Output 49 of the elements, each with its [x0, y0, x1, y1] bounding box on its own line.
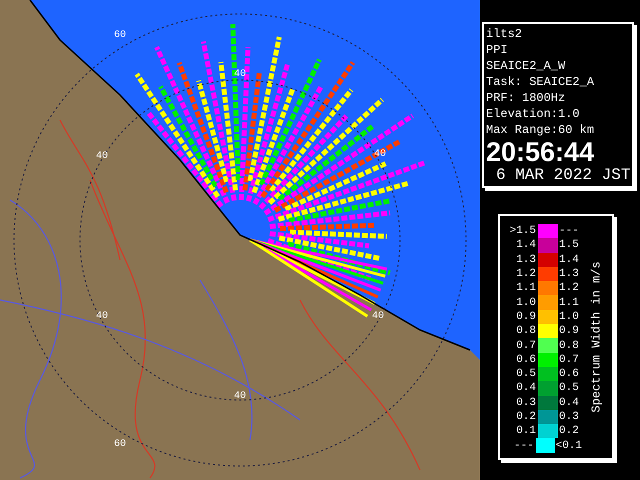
legend-min-label: 1.2 [515, 267, 537, 282]
legend-max-label: 0.2 [558, 424, 579, 438]
legend-min-label: 1.1 [515, 281, 537, 296]
legend-max-label: --- [558, 224, 579, 238]
legend-max-label: 1.2 [558, 281, 579, 296]
legend-min-label: 1.3 [515, 252, 537, 267]
range-label: 40 [96, 311, 108, 322]
legend-max-label: 1.0 [558, 310, 579, 324]
legend-min-label: 0.5 [515, 367, 537, 382]
range-label: 40 [374, 149, 386, 160]
legend-min-label: --- [513, 438, 535, 453]
range-label: 40 [234, 391, 246, 402]
legend-min-label: >1.5 [508, 224, 537, 238]
legend-max-label: 0.9 [558, 324, 579, 338]
legend-min-label: 0.3 [515, 396, 537, 410]
legend-max-label: 1.5 [558, 238, 579, 252]
legend-min-label: 0.4 [515, 381, 537, 396]
legend-max-label: 0.4 [558, 396, 579, 410]
legend-max-label: 1.3 [558, 267, 579, 282]
date-text: 6 MAR 2022 JST [495, 166, 630, 184]
legend-title: Spectrum Width in m/s [589, 261, 605, 413]
legend-max-label: 1.1 [558, 296, 579, 310]
legend-max-label: 1.4 [558, 252, 579, 267]
legend-min-label: 0.7 [515, 338, 537, 353]
legend-min-label: 0.6 [515, 352, 537, 367]
legend-max-label: 0.5 [558, 381, 579, 396]
time-text: 20:56:44 [486, 138, 596, 166]
info-line: PRF: 1800Hz [486, 90, 566, 106]
legend-min-label: 1.0 [515, 296, 537, 310]
legend-min-label: 0.9 [515, 310, 537, 324]
range-label: 60 [114, 439, 126, 450]
info-line: Task: SEAICE2_A [486, 74, 596, 90]
legend-min-label: 0.2 [515, 410, 537, 424]
range-label: 60 [114, 30, 126, 41]
info-line: PPI [486, 42, 509, 58]
range-label: 40 [96, 151, 108, 162]
info-line: ilts2 [486, 26, 524, 42]
legend-max-label: 0.7 [558, 352, 579, 367]
legend-max-label: 0.3 [558, 410, 579, 424]
legend-max-label: 0.8 [558, 338, 579, 353]
legend-min-label: 1.4 [515, 238, 537, 252]
info-line: Elevation:1.0 [486, 106, 581, 122]
legend-min-label: 0.1 [515, 424, 537, 438]
info-line: Max Range:60 km [486, 122, 596, 138]
range-label: 40 [372, 311, 384, 322]
info-line: SEAICE2_A_W [486, 58, 566, 74]
legend-max-label: 0.6 [558, 367, 579, 382]
legend-max-label: <0.1 [554, 438, 582, 453]
legend-min-label: 0.8 [515, 324, 537, 338]
